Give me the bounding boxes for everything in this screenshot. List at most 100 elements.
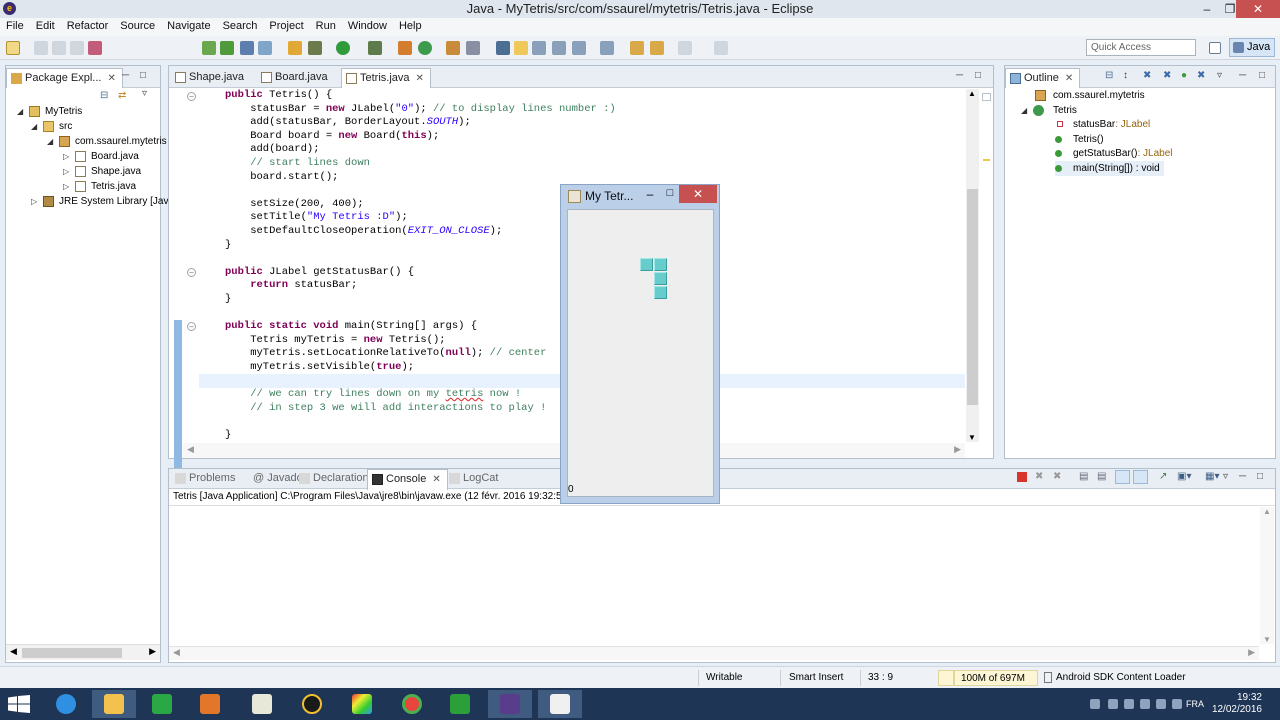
heap-status[interactable]: 100M of 697M [954,670,1038,686]
scroll-left-icon[interactable]: ◀ [173,647,180,658]
menu-file[interactable]: File [0,18,30,35]
show-whitespace-icon[interactable] [532,41,546,55]
maximize-view-icon[interactable]: □ [140,70,146,81]
taskbar-chrome[interactable] [390,690,434,718]
last-edit-icon[interactable] [630,41,644,55]
scroll-lock-icon[interactable]: ▤ [1097,471,1106,482]
maximize-view-icon[interactable]: □ [1257,471,1263,482]
scroll-right-icon[interactable]: ▶ [1248,647,1255,658]
tray-arrow-icon[interactable] [1090,699,1100,709]
toggle-mark-icon[interactable] [496,41,510,55]
tab-tetris-java[interactable]: Tetris.java ✕ [341,68,431,88]
sort-icon[interactable]: ↕ [1123,70,1128,81]
collapsed-icon[interactable]: ▷ [63,179,69,194]
console-horizontal-scrollbar[interactable]: ◀ ▶ [169,646,1259,660]
remove-launch-icon[interactable]: ✖ [1035,471,1043,482]
tetris-board[interactable]: 0 [567,209,714,497]
pin-console-icon[interactable]: ↗ [1159,471,1167,482]
close-icon[interactable]: ✕ [107,73,115,84]
minimize-view-icon[interactable]: ─ [1239,70,1246,81]
view-menu-icon[interactable]: ▿ [1217,70,1222,81]
console-vertical-scrollbar[interactable]: ▲ ▼ [1260,507,1274,644]
new-icon[interactable] [6,41,20,55]
new-class-icon[interactable] [398,41,412,55]
tetris-maximize-button[interactable]: □ [661,187,679,203]
run-icon[interactable] [336,41,350,55]
tree-item-src[interactable]: ◢ src [31,119,72,134]
block-selection-icon[interactable] [552,41,566,55]
tree-item-tetris[interactable]: ▷ Tetris.java [63,179,136,194]
view-menu-icon[interactable]: ▿ [1223,471,1228,482]
close-button[interactable]: ✕ [1236,0,1280,18]
next-annotation-icon[interactable] [572,41,586,55]
outline-item-statusbar[interactable]: statusBar: JLabel [1057,117,1150,132]
minimize-view-icon[interactable]: ─ [122,70,129,81]
close-icon[interactable]: ✕ [416,73,424,84]
hide-fields-icon[interactable]: ✖ [1143,70,1151,81]
open-perspective-icon[interactable] [1209,42,1221,54]
pin-editor-icon[interactable] [714,41,728,55]
tree-item-shape[interactable]: ▷ Shape.java [63,164,141,179]
expand-icon[interactable]: ◢ [31,119,37,134]
close-icon[interactable]: ✕ [1065,73,1073,84]
tetris-close-button[interactable]: ✕ [679,185,717,203]
taskbar-store[interactable] [140,690,184,718]
menu-search[interactable]: Search [217,18,264,35]
taskbar-app[interactable] [240,690,284,718]
tab-console[interactable]: Console ✕ [367,469,448,490]
remove-all-icon[interactable]: ✖ [1053,471,1061,482]
windows-start-icon[interactable] [8,695,30,713]
tab-outline[interactable]: Outline ✕ [1005,68,1081,88]
collapse-all-icon[interactable]: ⊟ [1105,70,1113,81]
forward-icon[interactable] [678,41,692,55]
tray-volume-icon[interactable] [1172,699,1182,709]
debug-icon[interactable] [202,41,216,55]
view-menu-icon[interactable]: ▿ [142,88,147,99]
show-stdout-icon[interactable] [1115,470,1130,484]
save-all-icon[interactable] [52,41,66,55]
taskbar-eclipse[interactable] [488,690,532,718]
back-icon[interactable] [650,41,664,55]
save-icon[interactable] [34,41,48,55]
tray-app-icon[interactable] [1108,699,1118,709]
tab-problems[interactable]: Problems [171,469,241,489]
highlight-icon[interactable] [514,41,528,55]
collapsed-icon[interactable]: ▷ [63,164,69,179]
menu-source[interactable]: Source [114,18,161,35]
tray-network-icon[interactable] [1124,699,1134,709]
editor-vertical-scrollbar[interactable]: ▲ ▼ [966,89,979,442]
overview-ruler[interactable] [981,89,992,442]
taskbar-ie[interactable] [44,690,88,718]
taskbar-headphones[interactable] [290,690,334,718]
new-package-icon[interactable] [418,41,432,55]
fold-icon[interactable]: – [187,268,196,277]
scroll-left-icon[interactable]: ◀ [10,646,17,657]
collapsed-icon[interactable]: ▷ [63,149,69,164]
tray-wifi-icon[interactable] [1156,699,1166,709]
menu-run[interactable]: Run [310,18,342,35]
open-console-icon[interactable]: ▦▾ [1205,471,1219,482]
scroll-right-icon[interactable]: ▶ [149,646,156,657]
checkbox-icon[interactable] [258,41,272,55]
show-stderr-icon[interactable] [1133,470,1148,484]
close-icon[interactable]: ✕ [432,474,440,485]
tab-declaration[interactable]: Declaration [295,469,375,489]
hide-static-icon[interactable]: ✖ [1163,70,1171,81]
outline-item-main[interactable]: main(String[]) : void [1055,160,1164,176]
scroll-left-icon[interactable]: ◀ [187,444,194,455]
scroll-right-icon[interactable]: ▶ [954,444,961,455]
menu-project[interactable]: Project [263,18,309,35]
taskbar-java[interactable] [538,690,582,718]
tab-logcat[interactable]: LogCat [445,469,504,489]
tetris-minimize-button[interactable]: – [641,187,659,203]
taskbar-explorer[interactable] [92,690,136,718]
taskbar-media[interactable] [188,690,232,718]
maximize-view-icon[interactable]: □ [1259,70,1265,81]
scroll-up-icon[interactable]: ▲ [1263,507,1271,516]
external-tools-icon[interactable] [368,41,382,55]
outline-item-package[interactable]: com.ssaurel.mytetris [1035,88,1145,103]
expand-icon[interactable]: ◢ [17,104,23,119]
outline-item-constructor[interactable]: Tetris() [1055,132,1104,147]
language-indicator[interactable]: FRA [1186,699,1204,709]
minimize-view-icon[interactable]: ─ [1239,471,1246,482]
